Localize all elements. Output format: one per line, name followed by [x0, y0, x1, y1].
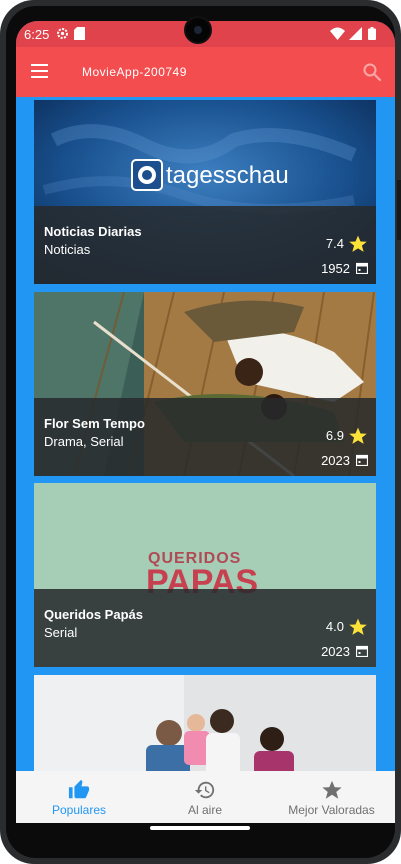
signal-icon	[349, 27, 362, 40]
movie-genre: Serial	[44, 625, 78, 640]
movie-year: 1952	[321, 261, 350, 276]
movie-card[interactable]	[34, 675, 376, 771]
calendar-icon	[356, 454, 368, 466]
history-icon	[194, 781, 215, 799]
movie-card[interactable]: tagesschau Noticias Diarias Noticias 7.4…	[34, 100, 376, 284]
thumb-up-icon	[68, 779, 90, 799]
movie-card[interactable]: Flor Sem Tempo Drama, Serial 6.9 2023	[34, 292, 376, 476]
menu-button[interactable]	[28, 61, 52, 81]
volume-button	[397, 180, 401, 240]
screen: 6:25 MovieApp-200749 tagesschau Noticias…	[16, 21, 395, 823]
poster-logo-text: tagesschau	[166, 162, 289, 189]
phone-frame: 6:25 MovieApp-200749 tagesschau Noticias…	[0, 0, 401, 864]
search-icon	[363, 63, 382, 82]
card-info: Queridos Papás Serial 4.0 2023	[34, 589, 376, 667]
calendar-icon	[356, 645, 368, 657]
star-icon	[349, 618, 367, 635]
movie-genre: Drama, Serial	[44, 434, 124, 449]
nav-populares[interactable]: Populares	[16, 771, 142, 823]
nav-al-aire[interactable]: Al aire	[142, 771, 268, 823]
star-icon	[321, 780, 342, 799]
movie-genre: Noticias	[44, 242, 91, 257]
movie-card[interactable]: QUERIDOS PAPAS Queridos Papás Serial 4.0…	[34, 483, 376, 667]
movie-list[interactable]: tagesschau Noticias Diarias Noticias 7.4…	[16, 97, 395, 771]
movie-rating: 6.9	[325, 428, 344, 443]
sd-card-icon	[74, 27, 85, 40]
nav-label: Populares	[51, 803, 107, 817]
nav-mejor-valoradas[interactable]: Mejor Valoradas	[268, 771, 395, 823]
front-camera	[184, 16, 212, 44]
battery-icon	[368, 27, 376, 40]
movie-poster	[34, 675, 376, 771]
search-button[interactable]	[361, 61, 383, 83]
movie-rating: 4.0	[325, 619, 344, 634]
home-indicator[interactable]	[150, 826, 250, 830]
card-info: Flor Sem Tempo Drama, Serial 6.9 2023	[34, 398, 376, 476]
nav-label: Mejor Valoradas	[288, 803, 375, 817]
nav-label: Al aire	[187, 803, 222, 817]
calendar-icon	[356, 262, 368, 274]
star-icon	[349, 427, 367, 444]
movie-year: 2023	[321, 453, 350, 468]
bottom-nav: Populares Al aire Mejor Valoradas	[16, 771, 395, 823]
settings-icon	[57, 28, 68, 39]
movie-rating: 7.4	[325, 236, 344, 251]
movie-year: 2023	[321, 644, 350, 659]
phone-bezel: 6:25 MovieApp-200749 tagesschau Noticias…	[6, 6, 395, 858]
app-title: MovieApp-200749	[82, 65, 187, 79]
movie-title: Queridos Papás	[44, 607, 143, 622]
card-info: Noticias Diarias Noticias 7.4 1952	[34, 206, 376, 284]
wifi-icon	[330, 27, 345, 40]
movie-title: Flor Sem Tempo	[44, 416, 145, 431]
app-bar: MovieApp-200749	[16, 47, 395, 97]
star-icon	[349, 235, 367, 252]
status-time: 6:25	[24, 27, 50, 42]
movie-title: Noticias Diarias	[44, 224, 142, 239]
